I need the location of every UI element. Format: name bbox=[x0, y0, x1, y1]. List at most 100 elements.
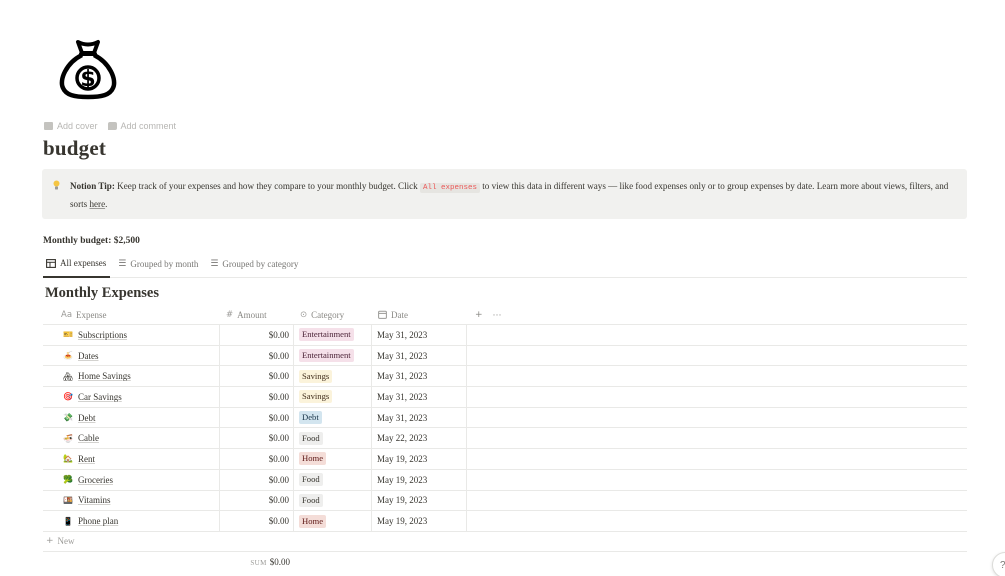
tab-grouped-by-month[interactable]: ☰ Grouped by month bbox=[115, 256, 202, 277]
expense-cell[interactable]: 💸 Debt bbox=[43, 407, 220, 428]
tab-grouped-by-category[interactable]: ☰ Grouped by category bbox=[207, 256, 302, 277]
amount-cell[interactable]: $0.00 bbox=[220, 469, 294, 490]
expense-name[interactable]: Phone plan bbox=[78, 516, 118, 526]
table-row[interactable]: 🏘 Home Savings $0.00 Savings May 31, 2023 bbox=[43, 366, 967, 388]
expense-name[interactable]: Car Savings bbox=[78, 392, 122, 402]
table-row[interactable]: 🍱 Vitamins $0.00 Food May 19, 2023 bbox=[43, 490, 967, 512]
expense-name[interactable]: Home Savings bbox=[78, 371, 131, 381]
tab-grouped-by-category-label: Grouped by category bbox=[222, 258, 299, 269]
table-row[interactable]: 🍜 Cable $0.00 Food May 22, 2023 bbox=[43, 428, 967, 450]
date-cell[interactable]: May 19, 2023 bbox=[372, 490, 467, 511]
table-row[interactable]: 📱 Phone plan $0.00 Home May 19, 2023 bbox=[43, 511, 967, 532]
amount-cell[interactable]: $0.00 bbox=[220, 387, 294, 407]
date-value: May 19, 2023 bbox=[377, 453, 428, 464]
category-tag: Food bbox=[299, 493, 323, 507]
category-cell[interactable]: Food bbox=[294, 428, 372, 449]
row-emoji-icon: 🍝 bbox=[63, 351, 73, 361]
category-tag: Debt bbox=[299, 411, 322, 425]
empty-cell bbox=[467, 366, 967, 386]
date-cell[interactable]: May 19, 2023 bbox=[372, 511, 467, 531]
date-cell[interactable]: May 31, 2023 bbox=[372, 325, 467, 345]
category-cell[interactable]: Home bbox=[294, 449, 372, 469]
expense-cell[interactable]: 🍱 Vitamins bbox=[43, 490, 220, 511]
amount-cell[interactable]: $0.00 bbox=[220, 449, 294, 469]
row-emoji-icon: 🏘 bbox=[63, 371, 74, 381]
expense-cell[interactable]: 🏡 Rent bbox=[43, 449, 220, 469]
add-cover-button[interactable]: Add cover bbox=[44, 121, 98, 131]
table-row[interactable]: 🍝 Dates $0.00 Entertainment May 31, 2023 bbox=[43, 345, 967, 367]
category-cell[interactable]: Debt bbox=[294, 407, 372, 428]
date-cell[interactable]: May 31, 2023 bbox=[372, 407, 467, 428]
date-cell[interactable]: May 31, 2023 bbox=[372, 345, 467, 366]
date-value: May 19, 2023 bbox=[377, 495, 428, 506]
here-link[interactable]: here bbox=[89, 199, 105, 209]
table-row[interactable]: 🎫 Subscriptions $0.00 Entertainment May 31, … bbox=[43, 325, 967, 346]
table-header: Aa Expense # Amount ⊙ Category Date + ··… bbox=[43, 305, 967, 325]
date-value: May 31, 2023 bbox=[377, 371, 428, 382]
category-cell[interactable]: Food bbox=[294, 469, 372, 490]
expense-name[interactable]: Cable bbox=[78, 433, 99, 443]
tab-all-expenses[interactable]: All expenses bbox=[43, 256, 111, 278]
page-title[interactable]: budget bbox=[43, 136, 106, 161]
add-property-button[interactable]: + bbox=[473, 310, 483, 320]
date-cell[interactable]: May 22, 2023 bbox=[372, 428, 467, 449]
expense-cell[interactable]: 🎯 Car Savings bbox=[43, 387, 220, 407]
amount-sum-cell[interactable]: SUM $0.00 bbox=[43, 557, 294, 567]
more-options-button[interactable]: ··· bbox=[487, 310, 502, 320]
category-cell[interactable]: Entertainment bbox=[294, 325, 372, 345]
date-cell[interactable]: May 31, 2023 bbox=[372, 366, 467, 387]
amount-cell[interactable]: $0.00 bbox=[220, 428, 294, 449]
add-comment-button[interactable]: Add comment bbox=[107, 121, 176, 131]
empty-cell bbox=[467, 387, 967, 407]
column-header-category[interactable]: ⊙ Category bbox=[294, 305, 372, 324]
expense-name[interactable]: Dates bbox=[78, 351, 99, 361]
table-row[interactable]: 🎯 Car Savings $0.00 Savings May 31, 2023 bbox=[43, 387, 967, 408]
category-cell[interactable]: Food bbox=[294, 490, 372, 511]
table-row[interactable]: 🥦 Groceries $0.00 Food May 19, 2023 bbox=[43, 469, 967, 491]
tab-grouped-by-month-label: Grouped by month bbox=[130, 258, 199, 269]
expense-cell[interactable]: 🥦 Groceries bbox=[43, 469, 220, 490]
date-cell[interactable]: May 31, 2023 bbox=[372, 387, 467, 407]
inline-code-all-expenses: All expenses bbox=[419, 183, 480, 193]
amount-cell[interactable]: $0.00 bbox=[220, 407, 294, 428]
new-row-button[interactable]: + New bbox=[43, 532, 967, 552]
category-cell[interactable]: Home bbox=[294, 511, 372, 531]
category-cell[interactable]: Entertainment bbox=[294, 345, 372, 366]
expense-name[interactable]: Debt bbox=[78, 413, 96, 423]
help-button[interactable]: ? bbox=[992, 552, 1005, 576]
database-title[interactable]: Monthly Expenses bbox=[45, 285, 159, 302]
date-value: May 19, 2023 bbox=[377, 516, 428, 527]
amount-value: $0.00 bbox=[268, 495, 289, 506]
category-cell[interactable]: Savings bbox=[294, 387, 372, 407]
expense-name[interactable]: Groceries bbox=[78, 475, 113, 485]
category-cell[interactable]: Savings bbox=[294, 366, 372, 387]
column-header-expense[interactable]: Aa Expense bbox=[43, 305, 220, 324]
amount-cell[interactable]: $0.00 bbox=[220, 345, 294, 366]
amount-cell[interactable]: $0.00 bbox=[220, 511, 294, 531]
amount-cell[interactable]: $0.00 bbox=[220, 366, 294, 387]
row-emoji-icon: 🥦 bbox=[63, 475, 73, 485]
expense-cell[interactable]: 📱 Phone plan bbox=[43, 511, 220, 531]
amount-cell[interactable]: $0.00 bbox=[220, 325, 294, 345]
expense-cell[interactable]: 🍜 Cable bbox=[43, 428, 220, 449]
column-header-date[interactable]: Date bbox=[372, 305, 467, 324]
expense-name[interactable]: Rent bbox=[78, 454, 95, 464]
expense-name[interactable]: Subscriptions bbox=[78, 330, 127, 340]
callout-text: Notion Tip: Keep track of your expenses … bbox=[70, 181, 948, 209]
row-emoji-icon: 💸 bbox=[63, 413, 73, 423]
expense-cell[interactable]: 🍝 Dates bbox=[43, 345, 220, 366]
expense-name[interactable]: Vitamins bbox=[78, 495, 110, 505]
money-bag-icon[interactable]: $ bbox=[56, 36, 120, 100]
expense-cell[interactable]: 🏘 Home Savings bbox=[43, 366, 220, 387]
column-expense-label: Expense bbox=[76, 309, 107, 320]
expense-cell[interactable]: 🎫 Subscriptions bbox=[43, 325, 220, 345]
column-header-amount[interactable]: # Amount bbox=[220, 305, 294, 324]
category-tag: Home bbox=[299, 452, 327, 466]
empty-cell bbox=[467, 470, 967, 490]
table-row[interactable]: 💸 Debt $0.00 Debt May 31, 2023 bbox=[43, 407, 967, 429]
add-cover-label: Add cover bbox=[57, 121, 98, 131]
amount-cell[interactable]: $0.00 bbox=[220, 490, 294, 511]
date-cell[interactable]: May 19, 2023 bbox=[372, 469, 467, 490]
table-row[interactable]: 🏡 Rent $0.00 Home May 19, 2023 bbox=[43, 449, 967, 470]
date-cell[interactable]: May 19, 2023 bbox=[372, 449, 467, 469]
